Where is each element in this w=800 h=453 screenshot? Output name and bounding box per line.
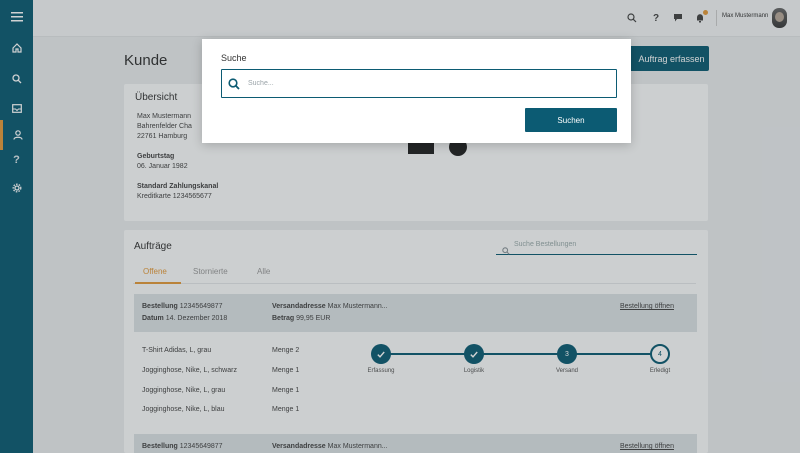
- search-icon: [228, 77, 240, 95]
- modal-title: Suche: [221, 53, 247, 63]
- search-modal: Suche Suchen: [202, 39, 631, 143]
- search-input[interactable]: [221, 69, 617, 98]
- search-submit-button[interactable]: Suchen: [525, 108, 617, 132]
